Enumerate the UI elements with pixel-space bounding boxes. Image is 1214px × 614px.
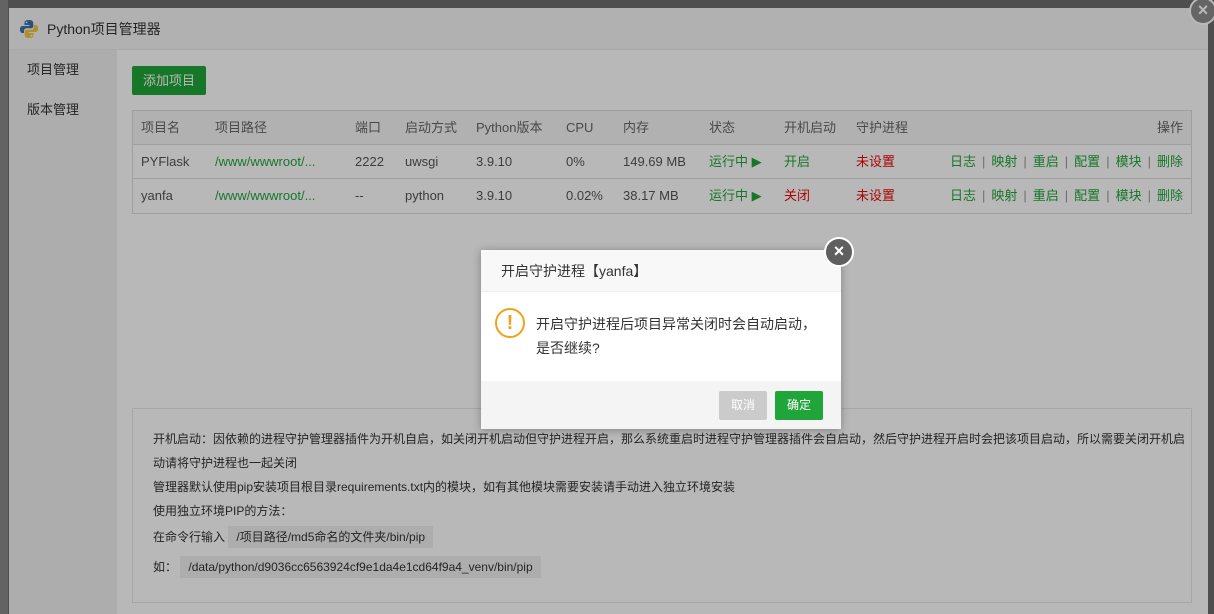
row-path-link[interactable]: /www/wwwroot/... [215,145,315,179]
action-delete-link[interactable]: 删除 [1157,188,1183,203]
row-status-toggle[interactable]: 运行中 ▶ [709,145,762,179]
col-header-actions: 操作 [1156,120,1183,135]
row-cpu: 0% [566,154,585,169]
col-header-method: 启动方式 [405,120,458,135]
action-config-link[interactable]: 配置 [1074,154,1100,169]
row-version: 3.9.10 [476,154,513,169]
row-memory: 149.69 MB [623,154,686,169]
col-header-name: 项目名 [141,120,181,135]
col-header-daemon: 守护进程 [856,120,909,135]
col-header-path: 项目路径 [215,120,268,135]
window-title: Python项目管理器 [47,20,161,37]
row-version: 3.9.10 [476,188,513,203]
col-header-port: 端口 [355,120,382,135]
exclamation-icon: ! [495,308,525,338]
note-command-label: 在命令行输入 [153,530,226,544]
sidebar: 项目管理 版本管理 [9,50,117,614]
note-example-label: 如： [153,560,178,574]
confirm-dialog: 开启守护进程【yanfa】 ! 开启守护进程后项目异常关闭时会自动启动， 是否继… [481,250,841,429]
python-logo-icon [20,19,38,38]
note-example-code: /data/python/d9036cc6563924cf9e1da4e1cd6… [180,556,541,578]
background-page [0,0,8,614]
note-pip-default: 管理器默认使用pip安装项目根目录requirements.txt内的模块，如有… [153,480,736,494]
action-restart-link[interactable]: 重启 [1033,154,1059,169]
action-map-link[interactable]: 映射 [991,188,1017,203]
dialog-message-line1: 开启守护进程后项目异常关闭时会自动启动， [536,316,816,332]
note-pip-method: 使用独立环境PIP的方法： [153,504,293,518]
row-actions: 日志 | 映射 | 重启 | 配置 | 模块 | 删除 [949,188,1183,203]
note-command: 在命令行输入 /项目路径/md5命名的文件夹/bin/pip [153,525,1191,549]
note-example: 如： /data/python/d9036cc6563924cf9e1da4e1… [153,555,1191,579]
dialog-footer: 取消 确定 [481,381,841,429]
row-method: uwsgi [405,154,439,169]
sidebar-item-projects[interactable]: 项目管理 [9,50,117,90]
col-header-cpu: CPU [566,120,594,135]
col-header-autostart: 开机启动 [784,120,837,135]
row-daemon-toggle[interactable]: 未设置 [856,179,895,213]
action-module-link[interactable]: 模块 [1116,188,1142,203]
col-header-memory: 内存 [623,120,650,135]
col-header-status: 状态 [709,120,736,135]
confirm-button[interactable]: 确定 [775,391,823,420]
row-autostart-toggle[interactable]: 关闭 [784,179,810,213]
dialog-message-line2: 是否继续? [536,340,600,356]
table-row: PYFlask /www/wwwroot/... 2222 uwsgi 3.9.… [133,145,1191,179]
window-close-icon[interactable]: × [1189,0,1214,25]
row-name: PYFlask [141,154,190,169]
action-config-link[interactable]: 配置 [1074,188,1100,203]
row-path-link[interactable]: /www/wwwroot/... [215,179,315,213]
cancel-button[interactable]: 取消 [719,391,767,420]
action-module-link[interactable]: 模块 [1116,154,1142,169]
row-port: -- [355,188,364,203]
window-header: Python项目管理器 [9,8,1208,50]
add-project-button[interactable]: 添加项目 [132,66,207,95]
table-header-row: 项目名 项目路径 端口 启动方式 Python版本 CPU 内存 状态 开机启动… [133,111,1191,145]
action-log-link[interactable]: 日志 [950,188,976,203]
row-port: 2222 [355,154,384,169]
note-autostart-cont: 动请将守护进程也一起关闭 [153,456,298,470]
note-command-code: /项目路径/md5命名的文件夹/bin/pip [228,526,434,548]
table-row: yanfa /www/wwwroot/... -- python 3.9.10 … [133,179,1191,213]
row-name: yanfa [141,188,173,203]
row-status-toggle[interactable]: 运行中 ▶ [709,179,762,213]
col-header-version: Python版本 [476,120,543,135]
row-actions: 日志 | 映射 | 重启 | 配置 | 模块 | 删除 [949,154,1183,169]
row-memory: 38.17 MB [623,188,679,203]
sidebar-item-versions[interactable]: 版本管理 [9,90,117,130]
row-method: python [405,188,445,203]
row-cpu: 0.02% [566,188,603,203]
row-daemon-toggle[interactable]: 未设置 [856,145,895,179]
action-map-link[interactable]: 映射 [991,154,1017,169]
dialog-body: ! 开启守护进程后项目异常关闭时会自动启动， 是否继续? [481,292,841,380]
row-autostart-toggle[interactable]: 开启 [784,145,810,179]
action-restart-link[interactable]: 重启 [1033,188,1059,203]
dialog-close-icon[interactable]: × [824,237,854,267]
dialog-title: 开启守护进程【yanfa】 [481,250,841,292]
note-autostart: 开机启动：因依赖的进程守护管理器插件为开机自启，如关闭开机启动但守护进程开启，那… [153,432,1186,446]
action-log-link[interactable]: 日志 [950,154,976,169]
action-delete-link[interactable]: 删除 [1157,154,1183,169]
project-table: 项目名 项目路径 端口 启动方式 Python版本 CPU 内存 状态 开机启动… [132,110,1192,214]
help-notes: 开机启动：因依赖的进程守护管理器插件为开机自启，如关闭开机启动但守护进程开启，那… [132,408,1192,603]
